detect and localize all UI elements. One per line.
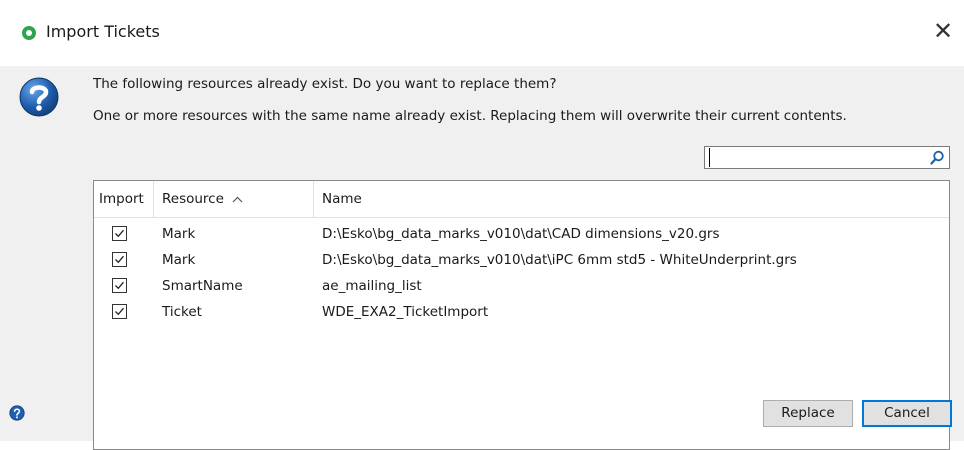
table-header: Import Resource Name (94, 181, 949, 218)
message-primary: The following resources already exist. D… (93, 76, 557, 92)
name-cell: ae_mailing_list (322, 278, 422, 294)
import-checkbox[interactable] (112, 278, 127, 293)
name-cell: D:\Esko\bg_data_marks_v010\dat\iPC 6mm s… (322, 252, 797, 268)
table-row[interactable]: Ticket WDE_EXA2_TicketImport (94, 299, 949, 325)
search-box[interactable] (704, 146, 950, 169)
name-cell: WDE_EXA2_TicketImport (322, 304, 489, 320)
resource-cell: Mark (162, 252, 196, 268)
resource-cell: Ticket (162, 304, 202, 320)
app-icon (22, 26, 36, 40)
message-secondary: One or more resources with the same name… (93, 108, 847, 124)
column-header-resource[interactable]: Resource (154, 181, 314, 217)
resource-cell: SmartName (162, 278, 243, 294)
table-row[interactable]: Mark D:\Esko\bg_data_marks_v010\dat\iPC … (94, 247, 949, 273)
cancel-button[interactable]: Cancel (862, 400, 952, 427)
column-header-import[interactable]: Import (94, 181, 154, 217)
question-icon (19, 77, 59, 117)
replace-button[interactable]: Replace (763, 400, 853, 427)
close-icon[interactable]: ✕ (930, 18, 956, 44)
resource-cell: Mark (162, 226, 196, 242)
import-checkbox[interactable] (112, 226, 127, 241)
title-bar: Import Tickets ✕ (0, 0, 964, 66)
search-icon[interactable] (928, 149, 946, 167)
dialog-content: The following resources already exist. D… (0, 66, 964, 450)
import-checkbox[interactable] (112, 252, 127, 267)
help-icon[interactable] (9, 405, 25, 421)
table-row[interactable]: SmartName ae_mailing_list (94, 273, 949, 299)
table-row[interactable]: Mark D:\Esko\bg_data_marks_v010\dat\CAD … (94, 221, 949, 247)
sort-ascending-icon (232, 192, 243, 206)
column-header-resource-label: Resource (162, 191, 224, 207)
import-checkbox[interactable] (112, 304, 127, 319)
window-title: Import Tickets (46, 22, 160, 41)
name-cell: D:\Esko\bg_data_marks_v010\dat\CAD dimen… (322, 226, 720, 242)
column-header-name[interactable]: Name (314, 181, 934, 217)
search-input[interactable] (709, 148, 922, 167)
